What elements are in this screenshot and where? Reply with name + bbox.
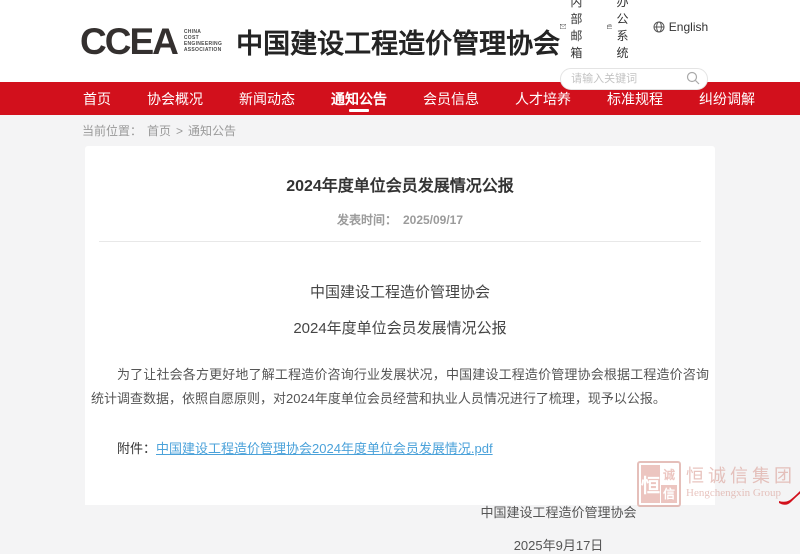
office-system-icon: [607, 21, 613, 32]
watermark-name-en: Hengchengxin Group: [686, 487, 796, 499]
article-paragraph: 为了让社会各方更好地了解工程造价咨询行业发展状况，中国建设工程造价管理协会根据工…: [91, 363, 709, 411]
globe-icon: [653, 21, 665, 33]
site-header: CCEA CHINA COST ENGINEERING ASSOCIATION …: [0, 0, 800, 82]
watermark-text: 恒诚信集团 Hengchengxin Group: [686, 461, 796, 499]
attachment-label: 附件：: [117, 441, 156, 456]
mail-icon: [560, 21, 566, 32]
publish-label: 发表时间：: [337, 213, 397, 227]
seal-char: 恒: [641, 465, 660, 503]
nav-item-home[interactable]: 首页: [80, 82, 114, 115]
office-system-link[interactable]: 办公系统: [607, 0, 638, 61]
breadcrumb: 当前位置： 首页 > 通知公告: [0, 115, 800, 146]
nav-item-news[interactable]: 新闻动态: [236, 82, 298, 115]
article-title: 2024年度单位会员发展情况公报: [99, 172, 701, 196]
site-logo[interactable]: CCEA CHINA COST ENGINEERING ASSOCIATION …: [80, 22, 560, 61]
nav-item-talent-training[interactable]: 人才培养: [512, 82, 574, 115]
article-card: 2024年度单位会员发展情况公报 发表时间： 2025/09/17 中国建设工程造…: [85, 146, 715, 505]
hengchengxin-watermark: 恒 诚 信 恒诚信集团 Hengchengxin Group: [637, 461, 796, 507]
breadcrumb-separator: >: [176, 124, 183, 138]
nav-item-notices[interactable]: 通知公告: [328, 82, 390, 115]
attachment-line: 附件：中国建设工程造价管理协会2024年度单位会员发展情况.pdf: [91, 438, 709, 457]
publish-date: 2025/09/17: [403, 213, 463, 227]
title-divider: [99, 241, 701, 242]
article-subtitle-bulletin: 2024年度单位会员发展情况公报: [99, 317, 701, 338]
logo-subtext-line: ASSOCIATION: [184, 47, 222, 53]
signature-org: 中国建设工程造价管理协会: [451, 502, 666, 521]
nav-item-association-overview[interactable]: 协会概况: [144, 82, 206, 115]
signature-date: 2025年9月17日: [451, 535, 666, 554]
publish-line: 发表时间： 2025/09/17: [99, 211, 701, 228]
nav-item-dispute-mediation[interactable]: 纠纷调解: [696, 82, 758, 115]
english-link[interactable]: English: [653, 20, 708, 34]
breadcrumb-home-link[interactable]: 首页: [147, 122, 171, 139]
article-subtitle-org: 中国建设工程造价管理协会: [99, 281, 701, 302]
header-utilities: 内部邮箱 办公系统 English: [560, 0, 708, 90]
quick-link-label: 内部邮箱: [570, 0, 591, 61]
hengchengxin-seal-icon: 恒 诚 信: [637, 461, 681, 507]
attachment-pdf-link[interactable]: 中国建设工程造价管理协会2024年度单位会员发展情况.pdf: [156, 441, 493, 456]
breadcrumb-prefix: 当前位置：: [82, 122, 142, 139]
nav-item-standards[interactable]: 标准规程: [604, 82, 666, 115]
internal-mail-link[interactable]: 内部邮箱: [560, 0, 592, 61]
seal-char: 诚: [661, 465, 677, 484]
nav-item-member-info[interactable]: 会员信息: [420, 82, 482, 115]
watermark-name-cn: 恒诚信集团: [686, 466, 796, 486]
quick-link-label: English: [669, 20, 708, 34]
seal-char: 信: [661, 485, 677, 504]
breadcrumb-current-link[interactable]: 通知公告: [188, 122, 236, 139]
quick-link-label: 办公系统: [616, 0, 637, 61]
org-name-title: 中国建设工程造价管理协会: [236, 22, 560, 61]
quick-links: 内部邮箱 办公系统 English: [560, 0, 708, 61]
logo-subtext: CHINA COST ENGINEERING ASSOCIATION: [184, 29, 222, 53]
logo-acronym: CCEA: [80, 23, 177, 60]
